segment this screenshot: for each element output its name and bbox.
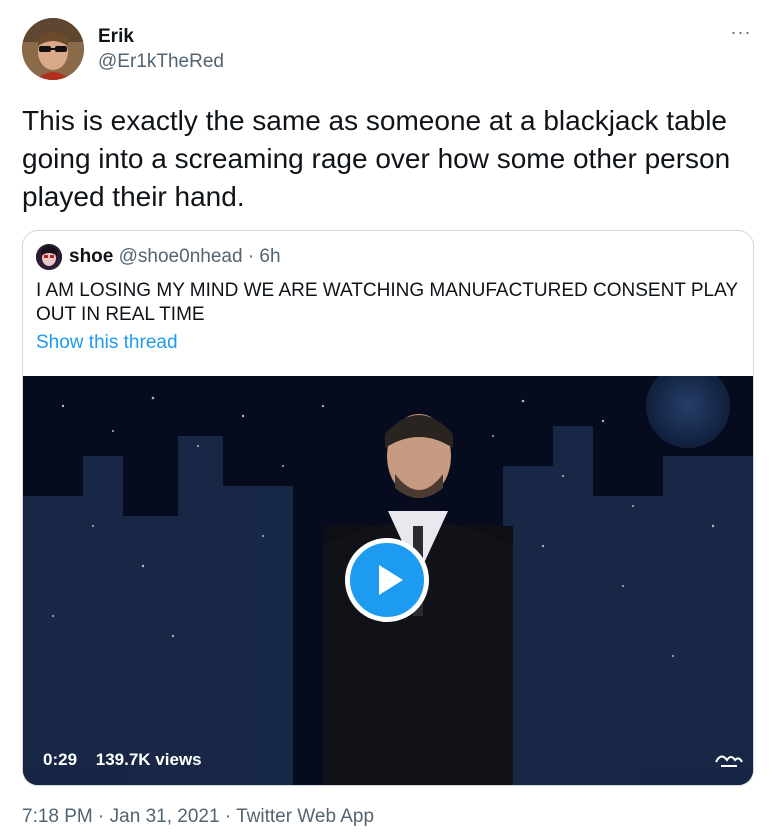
quoted-separator: · — [247, 246, 255, 267]
footer-separator: · — [219, 806, 237, 827]
video-views: 139.7K views — [95, 750, 202, 769]
show-thread-link[interactable]: Show this thread — [36, 332, 178, 354]
author-avatar[interactable] — [22, 18, 84, 80]
footer-separator: · — [92, 806, 110, 827]
tweet-footer: 7:18 PM · Jan 31, 2021 · Twitter Web App — [22, 806, 374, 828]
quoted-header: shoe @shoe0nhead · 6h — [69, 246, 281, 268]
tweet-text: This is exactly the same as someone at a… — [22, 105, 731, 212]
play-button[interactable] — [345, 538, 429, 622]
tweet-time[interactable]: 7:18 PM — [22, 806, 93, 827]
more-options-icon[interactable]: ··· — [726, 22, 756, 42]
tweet: Erik @Er1kTheRed ··· This is exactly the… — [0, 0, 774, 840]
quoted-handle[interactable]: @shoe0nhead — [119, 246, 243, 267]
kimmel-logo-icon — [713, 748, 745, 772]
play-icon — [379, 565, 403, 595]
quoted-time[interactable]: 6h — [259, 246, 280, 267]
video-meta: 0:29 139.7K views — [43, 750, 202, 770]
author-handle[interactable]: @Er1kTheRed — [98, 51, 224, 73]
author-name[interactable]: Erik — [98, 26, 134, 48]
quoted-tweet[interactable]: shoe @shoe0nhead · 6h I AM LOSING MY MIN… — [22, 230, 754, 786]
video-player[interactable]: 0:29 139.7K views — [23, 376, 753, 785]
quoted-avatar[interactable] — [36, 244, 62, 270]
quoted-name[interactable]: shoe — [69, 246, 113, 267]
quoted-text: I AM LOSING MY MIND WE ARE WATCHING MANU… — [36, 280, 738, 325]
video-duration: 0:29 — [43, 750, 78, 769]
tweet-source[interactable]: Twitter Web App — [236, 806, 374, 827]
tweet-date[interactable]: Jan 31, 2021 — [110, 806, 220, 827]
